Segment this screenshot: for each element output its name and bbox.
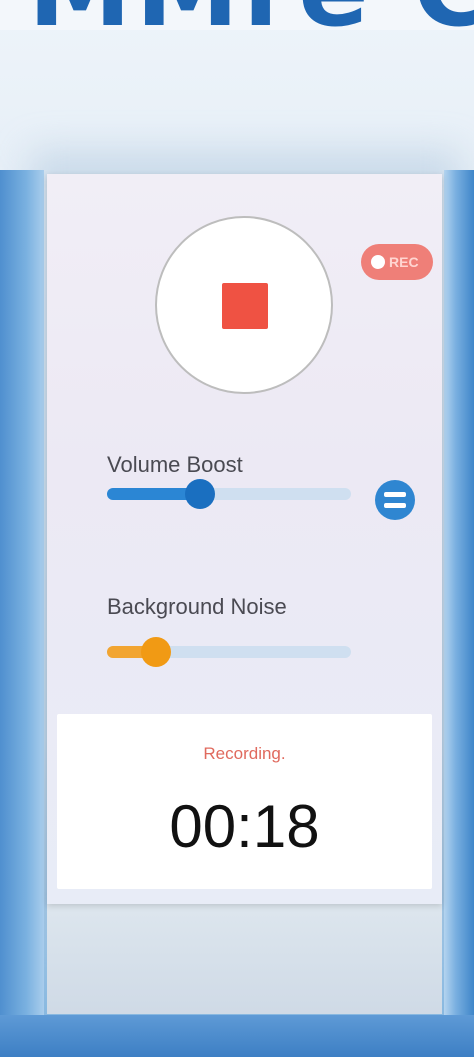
background-noise-label: Background Noise xyxy=(107,594,287,619)
stop-square-icon xyxy=(222,283,268,329)
recorder-app: REC Volume Boost Background Noise Record… xyxy=(47,174,442,904)
frame-right xyxy=(444,170,474,1057)
equalizer-icon-bar xyxy=(384,503,406,508)
top-banner: MMre C xyxy=(0,0,474,30)
volume-boost-thumb[interactable] xyxy=(184,479,215,509)
volume-boost-label: Volume Boost xyxy=(107,452,243,477)
recording-status: Recording. xyxy=(203,744,286,763)
volume-boost-slider[interactable] xyxy=(107,479,351,509)
rec-badge[interactable]: REC xyxy=(361,244,433,280)
background-noise-slider[interactable] xyxy=(107,637,351,667)
rec-badge-label: REC xyxy=(389,254,419,270)
equalizer-icon xyxy=(384,492,406,497)
equalizer-button[interactable] xyxy=(375,480,415,520)
background-noise-thumb[interactable] xyxy=(140,637,171,667)
recording-timer: 00:18 xyxy=(169,793,320,860)
frame-left xyxy=(0,170,44,1057)
recording-status-panel: Recording. 00:18 xyxy=(57,714,432,889)
rec-dot-icon xyxy=(371,255,385,269)
record-stop-button[interactable] xyxy=(155,216,333,394)
frame-bottom xyxy=(0,1015,474,1057)
below-panel xyxy=(47,904,442,1014)
banner-letters: MMre C xyxy=(28,0,474,30)
